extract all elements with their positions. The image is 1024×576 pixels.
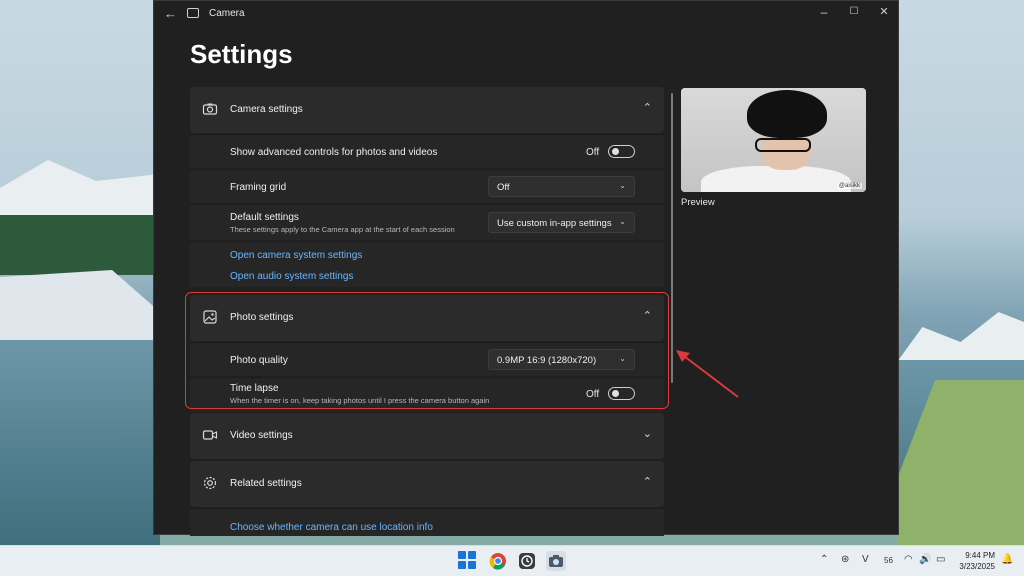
framing-grid-label: Framing grid: [230, 182, 287, 193]
chevron-down-icon: ⌄: [619, 181, 626, 190]
video-camera-icon: [202, 427, 218, 443]
chevron-up-icon[interactable]: ⌃: [820, 554, 828, 565]
preview-watermark: @aisikk: [836, 183, 862, 189]
maximize-button[interactable]: ☐: [839, 6, 869, 17]
system-links-row: Open camera system settings Open audio s…: [190, 241, 664, 287]
chevron-up-icon: ⌃: [642, 476, 652, 488]
default-settings-value: Use custom in-app settings: [497, 218, 612, 229]
photo-settings-highlight: [185, 292, 669, 409]
camera-preview: @aisikk: [681, 88, 866, 192]
title-bar: ← Camera – ☐ ✕: [154, 1, 898, 27]
clock-app-icon[interactable]: [517, 551, 537, 571]
camera-settings-header[interactable]: Camera settings ⌃: [190, 87, 664, 133]
default-settings-label: Default settings: [230, 212, 299, 223]
camera-window: ← Camera – ☐ ✕ Settings Camera settings …: [153, 0, 899, 536]
clock-date: 3/23/2025: [959, 562, 995, 571]
chrome-icon[interactable]: [488, 551, 508, 571]
advanced-controls-row: Show advanced controls for photos and vi…: [190, 134, 664, 168]
default-settings-dropdown[interactable]: Use custom in-app settings ⌄: [488, 212, 635, 233]
desktop-wallpaper-right: [897, 0, 1024, 545]
open-audio-system-settings-link[interactable]: Open audio system settings: [230, 271, 353, 282]
system-clock[interactable]: 9:44 PM 3/23/2025: [955, 550, 995, 572]
annotation-arrow: [676, 350, 739, 398]
desktop-wallpaper-left: [0, 0, 160, 545]
chevron-down-icon: ⌄: [619, 217, 626, 226]
location-link-row: Choose whether camera can use location i…: [190, 508, 664, 536]
video-settings-header[interactable]: Video settings ⌄: [190, 413, 664, 459]
volume-icon[interactable]: 🔊: [919, 554, 931, 565]
related-settings-label: Related settings: [230, 478, 302, 489]
gear-icon: [202, 475, 218, 491]
battery-icon[interactable]: ▭: [936, 554, 945, 565]
page-title: Settings: [190, 39, 293, 69]
open-camera-system-settings-link[interactable]: Open camera system settings: [230, 250, 362, 261]
default-settings-description: These settings apply to the Camera app a…: [230, 225, 455, 234]
framing-grid-row: Framing grid Off ⌄: [190, 169, 664, 203]
clock-time: 9:44 PM: [965, 551, 995, 560]
notification-bell-icon[interactable]: 🔔: [1001, 554, 1013, 565]
advanced-controls-label: Show advanced controls for photos and vi…: [230, 147, 438, 158]
minimize-button[interactable]: –: [809, 5, 839, 19]
preview-label: Preview: [681, 197, 715, 208]
advanced-controls-state: Off: [586, 147, 600, 158]
framing-grid-dropdown[interactable]: Off ⌄: [488, 176, 635, 197]
window-title: Camera: [209, 8, 245, 19]
close-button[interactable]: ✕: [869, 5, 899, 18]
camera-settings-label: Camera settings: [230, 104, 303, 115]
camera-app-icon: [187, 8, 199, 18]
video-settings-label: Video settings: [230, 430, 293, 441]
back-button[interactable]: ←: [164, 6, 177, 21]
taskbar: ⌃ ⊛ V 56 ◠ 🔊 ▭ 9:44 PM 3/23/2025 🔔: [0, 545, 1024, 576]
related-settings-header[interactable]: Related settings ⌃: [190, 461, 664, 507]
default-settings-row: Default settings These settings apply to…: [190, 204, 664, 240]
camera-location-link[interactable]: Choose whether camera can use location i…: [230, 522, 433, 533]
windows-start-icon[interactable]: [458, 551, 476, 569]
wifi-icon[interactable]: ◠: [904, 554, 913, 565]
camera-icon: [202, 101, 218, 117]
v-app-icon[interactable]: V: [862, 554, 869, 565]
chevron-up-icon: ⌃: [642, 102, 652, 114]
tray-number[interactable]: 56: [884, 556, 893, 565]
network-status-icon[interactable]: ⊛: [841, 554, 849, 565]
scrollbar[interactable]: [671, 93, 673, 383]
camera-taskbar-icon[interactable]: [546, 551, 566, 571]
advanced-controls-toggle[interactable]: [608, 145, 635, 158]
framing-grid-value: Off: [497, 182, 510, 193]
chevron-down-icon: ⌄: [642, 428, 652, 440]
